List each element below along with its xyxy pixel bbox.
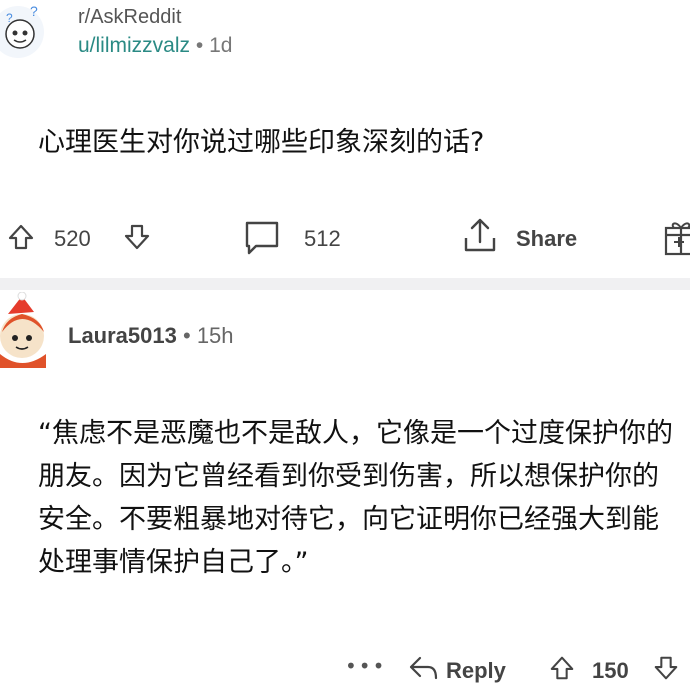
post-title[interactable]: 心理医生对你说过哪些印象深刻的话? bbox=[38, 120, 484, 159]
more-options-button[interactable]: ••• bbox=[345, 654, 386, 678]
share-label: Share bbox=[516, 226, 578, 251]
upvote-icon bbox=[550, 656, 574, 680]
comment-count: 512 bbox=[304, 226, 341, 251]
subreddit-avatar[interactable]: ? ? bbox=[0, 0, 48, 64]
section-divider bbox=[0, 278, 690, 290]
comment-age: 15h bbox=[196, 323, 234, 348]
reply-button[interactable] bbox=[408, 654, 438, 682]
award-button[interactable] bbox=[662, 218, 690, 258]
post-meta: u/lilmizzvalz • 1d bbox=[78, 34, 232, 58]
share-button[interactable] bbox=[460, 216, 500, 256]
comment-vote-count: 150 bbox=[592, 658, 629, 683]
share-icon bbox=[464, 218, 496, 252]
post-vote-count: 520 bbox=[54, 226, 91, 251]
comment-bubble-icon bbox=[245, 221, 279, 255]
comment-body: “焦虑不是恶魔也不是敌人，它像是一个过度保护你的朋友。因为它曾经看到你受到伤害，… bbox=[38, 418, 673, 578]
commenter-avatar[interactable] bbox=[0, 292, 52, 368]
upvote-icon bbox=[8, 224, 34, 250]
downvote-icon bbox=[124, 224, 150, 250]
upvote-button[interactable] bbox=[6, 222, 36, 252]
reply-label: Reply bbox=[446, 658, 506, 683]
comment-author[interactable]: Laura5013 bbox=[68, 323, 177, 348]
comment-meta: Laura5013 • 15h bbox=[68, 323, 234, 349]
downvote-button[interactable] bbox=[122, 222, 152, 252]
comment-downvote-button[interactable] bbox=[652, 654, 680, 682]
reply-arrow-icon bbox=[409, 656, 438, 680]
post-age: 1d bbox=[209, 34, 233, 57]
svg-text:?: ? bbox=[30, 3, 38, 19]
comments-button[interactable] bbox=[242, 218, 282, 258]
downvote-icon bbox=[654, 656, 678, 680]
gift-icon bbox=[664, 222, 690, 256]
post-author[interactable]: u/lilmizzvalz bbox=[78, 34, 190, 57]
meta-separator: • bbox=[195, 34, 204, 57]
comment-upvote-button[interactable] bbox=[548, 654, 576, 682]
meta-separator: • bbox=[182, 323, 191, 348]
subreddit-name[interactable]: r/AskReddit bbox=[78, 6, 181, 29]
svg-text:?: ? bbox=[6, 11, 13, 25]
